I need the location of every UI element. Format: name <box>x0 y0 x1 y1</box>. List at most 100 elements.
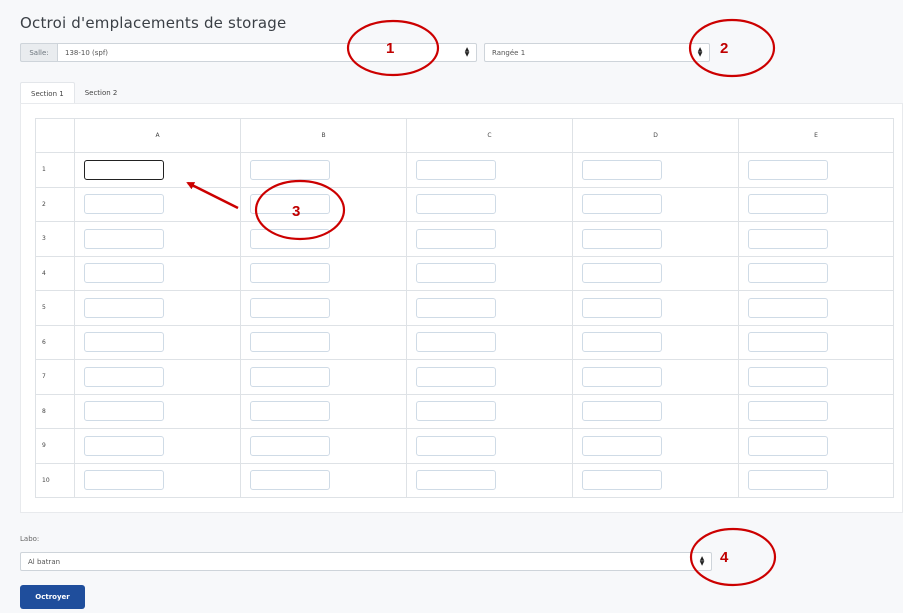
grid-cell-3-A-input[interactable] <box>84 228 164 249</box>
octroyer-button[interactable]: Octroyer <box>20 585 85 609</box>
grid-cell-4-E-input[interactable] <box>748 263 828 284</box>
grid-cell-1-B-input[interactable] <box>250 159 330 180</box>
grid-cell <box>572 255 739 291</box>
grid-cell-8-B-input[interactable] <box>250 401 330 422</box>
grid-row: 6 <box>35 324 894 360</box>
grid-cell-2-B-input[interactable] <box>250 194 330 215</box>
grid-cell <box>240 359 407 395</box>
grid-cell-3-B-input[interactable] <box>250 228 330 249</box>
row-header: 4 <box>35 255 75 291</box>
grid-cell-2-A-input[interactable] <box>84 194 164 215</box>
grid-cell <box>74 324 241 360</box>
column-header: C <box>406 118 573 153</box>
grid-row: 2 <box>35 186 894 222</box>
salle-select[interactable]: 138-10 (spf) ▲ ▼ <box>57 43 477 62</box>
grid-cell <box>74 462 241 498</box>
grid-cell-10-A-input[interactable] <box>84 470 164 491</box>
grid-row: 1 <box>35 152 894 188</box>
grid-cell-7-A-input[interactable] <box>84 366 164 387</box>
grid-cell-2-D-input[interactable] <box>582 194 662 215</box>
grid-cell-3-D-input[interactable] <box>582 228 662 249</box>
grid-cell-9-E-input[interactable] <box>748 435 828 456</box>
grid-cell-5-D-input[interactable] <box>582 297 662 318</box>
grid-cell <box>240 393 407 429</box>
row-header: 10 <box>35 462 75 498</box>
grid-cell-9-A-input[interactable] <box>84 435 164 456</box>
row-header: 9 <box>35 428 75 464</box>
grid-cell-10-C-input[interactable] <box>416 470 496 491</box>
grid-cell-7-B-input[interactable] <box>250 366 330 387</box>
grid-cell-1-E-input[interactable] <box>748 159 828 180</box>
row-header: 5 <box>35 290 75 326</box>
grid-cell-1-C-input[interactable] <box>416 159 496 180</box>
grid-cell-9-B-input[interactable] <box>250 435 330 456</box>
grid-cell-7-D-input[interactable] <box>582 366 662 387</box>
grid-row: 3 <box>35 221 894 257</box>
grid-cell <box>572 428 739 464</box>
grid-row: 9 <box>35 428 894 464</box>
grid-cell-4-C-input[interactable] <box>416 263 496 284</box>
grid-cell-4-B-input[interactable] <box>250 263 330 284</box>
grid-cell-4-A-input[interactable] <box>84 263 164 284</box>
storage-grid: A B C D E 1 2 3 4 5 6 7 8 9 10 <box>35 118 894 498</box>
grid-cell <box>240 186 407 222</box>
grid-cell-10-E-input[interactable] <box>748 470 828 491</box>
grid-cell-10-D-input[interactable] <box>582 470 662 491</box>
grid-cell-3-E-input[interactable] <box>748 228 828 249</box>
grid-cell-4-D-input[interactable] <box>582 263 662 284</box>
grid-cell-6-C-input[interactable] <box>416 332 496 353</box>
grid-cell <box>74 290 241 326</box>
grid-cell <box>240 428 407 464</box>
grid-cell-5-A-input[interactable] <box>84 297 164 318</box>
select-caret-icon: ▲ ▼ <box>464 46 470 58</box>
column-header: B <box>240 118 407 153</box>
grid-cell-6-D-input[interactable] <box>582 332 662 353</box>
grid-cell <box>74 152 241 188</box>
grid-cell-5-C-input[interactable] <box>416 297 496 318</box>
grid-cell <box>738 324 894 360</box>
grid-cell-5-E-input[interactable] <box>748 297 828 318</box>
grid-cell <box>572 393 739 429</box>
grid-cell <box>572 186 739 222</box>
grid-cell-6-E-input[interactable] <box>748 332 828 353</box>
grid-cell <box>406 221 573 257</box>
grid-cell-2-C-input[interactable] <box>416 194 496 215</box>
grid-cell-9-D-input[interactable] <box>582 435 662 456</box>
grid-cell-2-E-input[interactable] <box>748 194 828 215</box>
grid-cell <box>240 152 407 188</box>
grid-cell <box>738 462 894 498</box>
grid-cell-5-B-input[interactable] <box>250 297 330 318</box>
grid-cell <box>738 186 894 222</box>
select-caret-icon: ▲ ▼ <box>699 555 705 567</box>
grid-cell-1-D-input[interactable] <box>582 159 662 180</box>
grid-cell <box>406 152 573 188</box>
grid-cell-6-A-input[interactable] <box>84 332 164 353</box>
tab-section-1[interactable]: Section 1 <box>20 82 75 104</box>
grid-cell <box>406 186 573 222</box>
labo-select[interactable]: Al batran ▲ ▼ <box>20 552 712 571</box>
annotation-number-4: 4 <box>720 549 729 566</box>
grid-cell-9-C-input[interactable] <box>416 435 496 456</box>
grid-cell-6-B-input[interactable] <box>250 332 330 353</box>
grid-cell-7-E-input[interactable] <box>748 366 828 387</box>
grid-cell-8-D-input[interactable] <box>582 401 662 422</box>
grid-cell-8-E-input[interactable] <box>748 401 828 422</box>
grid-cell <box>572 290 739 326</box>
grid-cell-8-C-input[interactable] <box>416 401 496 422</box>
rangee-select[interactable]: Rangée 1 ▲ ▼ <box>484 43 710 62</box>
grid-cell-1-A-input[interactable] <box>84 159 164 180</box>
grid-cell <box>572 359 739 395</box>
annotation-number-1: 1 <box>386 40 395 57</box>
annotation-number-2: 2 <box>720 40 729 57</box>
tab-section-2[interactable]: Section 2 <box>75 82 128 104</box>
grid-cell-10-B-input[interactable] <box>250 470 330 491</box>
grid-cell-7-C-input[interactable] <box>416 366 496 387</box>
grid-cell-8-A-input[interactable] <box>84 401 164 422</box>
salle-select-value: 138-10 (spf) <box>65 48 109 57</box>
grid-header-row: A B C D E <box>35 118 894 153</box>
grid-cell-3-C-input[interactable] <box>416 228 496 249</box>
grid-cell <box>738 393 894 429</box>
grid-cell <box>738 359 894 395</box>
row-header: 7 <box>35 359 75 395</box>
rangee-select-value: Rangée 1 <box>492 48 526 57</box>
